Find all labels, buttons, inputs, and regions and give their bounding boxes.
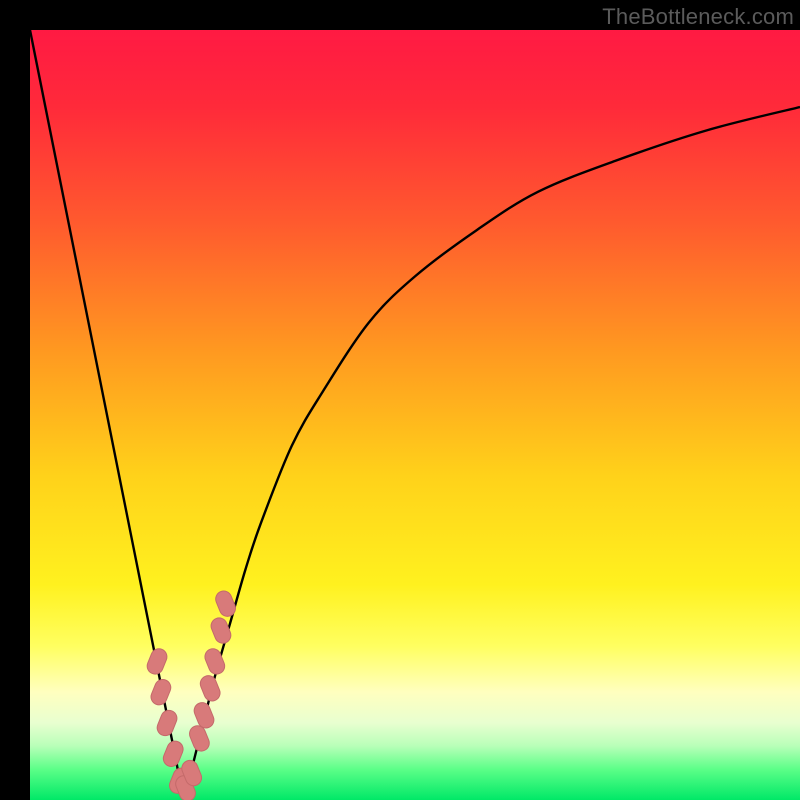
chart-frame: TheBottleneck.com xyxy=(0,0,800,800)
watermark-text: TheBottleneck.com xyxy=(602,4,794,30)
marker-pill xyxy=(198,673,223,703)
highlighted-points xyxy=(145,589,238,800)
marker-pill xyxy=(213,589,238,619)
marker-pill xyxy=(145,646,170,676)
plot-area xyxy=(30,30,800,800)
bottleneck-curve xyxy=(30,30,800,800)
marker-pill xyxy=(155,708,180,738)
marker-pill xyxy=(209,616,234,646)
marker-pill xyxy=(161,739,186,769)
curve-layer xyxy=(30,30,800,800)
marker-pill xyxy=(149,677,174,707)
marker-pill xyxy=(203,646,228,676)
